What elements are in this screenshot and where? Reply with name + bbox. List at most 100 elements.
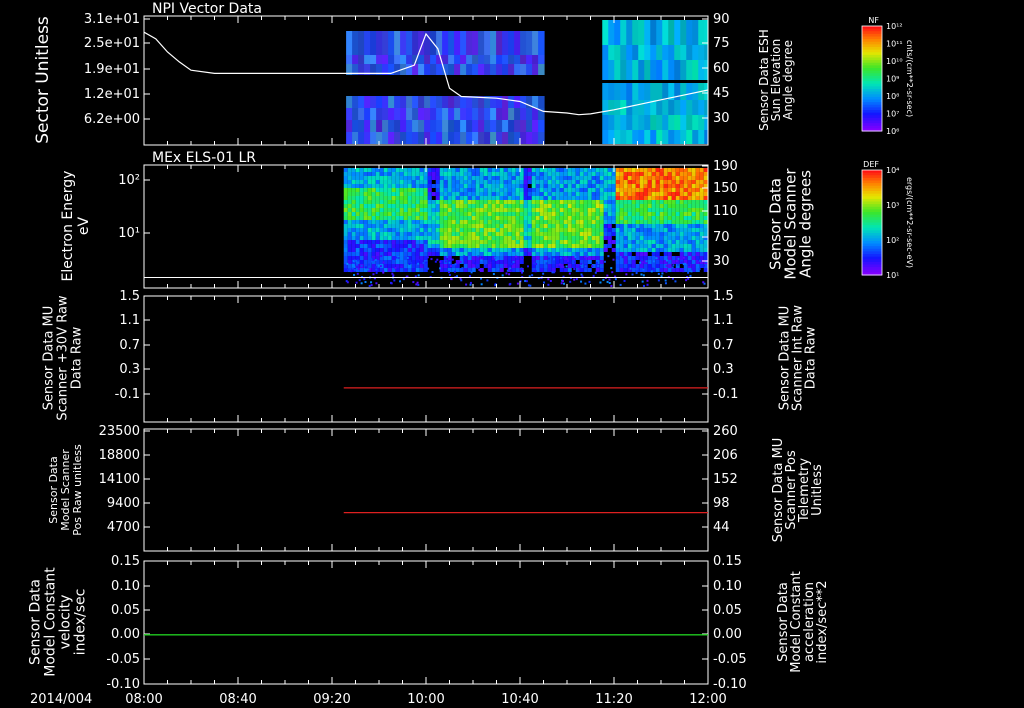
els-noise — [469, 281, 472, 284]
els-cell — [419, 236, 424, 240]
els-cell — [351, 256, 356, 260]
els-cell — [603, 244, 608, 248]
els-cell — [543, 184, 548, 188]
els-cell — [579, 216, 584, 220]
els-cell — [471, 240, 476, 244]
els-cell — [639, 204, 644, 208]
els-cell — [687, 212, 692, 216]
els-cell — [507, 260, 512, 264]
panel-3-y2label-line: Data Raw — [804, 326, 819, 389]
els-cell — [419, 200, 424, 204]
els-cell — [387, 184, 392, 188]
y-tick-label: 18800 — [99, 448, 140, 463]
els-cell — [635, 252, 640, 256]
panel-2-ylabel-line: eV — [76, 216, 92, 235]
els-cell — [643, 184, 648, 188]
els-cell — [559, 216, 564, 220]
els-noise — [477, 255, 480, 258]
els-cell — [363, 256, 368, 260]
els-cell — [579, 240, 584, 244]
els-cell — [343, 180, 348, 184]
els-noise — [573, 261, 576, 264]
els-cell — [487, 232, 492, 236]
els-cell — [531, 180, 536, 184]
els-cell — [471, 216, 476, 220]
els-noise — [461, 267, 464, 270]
els-noise — [367, 268, 370, 271]
els-cell — [343, 244, 348, 248]
els-cell — [615, 168, 620, 172]
els-cell — [575, 220, 580, 224]
y-tick-label: 10² — [118, 173, 140, 188]
els-cell — [555, 188, 560, 192]
els-cell — [587, 192, 592, 196]
els-noise — [478, 268, 481, 271]
els-cell — [347, 252, 352, 256]
els-noise — [357, 267, 360, 270]
npi-cell — [370, 120, 377, 132]
els-noise — [468, 275, 471, 278]
els-cell — [379, 244, 384, 248]
els-cell — [631, 192, 636, 196]
npi-cell — [484, 108, 491, 120]
els-cell — [647, 248, 652, 252]
els-cell — [451, 192, 456, 196]
npi-cell — [352, 55, 359, 64]
els-cell — [415, 236, 420, 240]
els-cell — [411, 208, 416, 212]
els-cell — [351, 236, 356, 240]
els-cell — [607, 240, 612, 244]
els-cell — [375, 184, 380, 188]
els-cell — [407, 252, 412, 256]
els-cell — [507, 224, 512, 228]
els-cell — [455, 196, 460, 200]
npi-cell — [602, 60, 609, 80]
els-cell — [619, 232, 624, 236]
els-cell — [583, 192, 588, 196]
els-cell — [475, 180, 480, 184]
els-cell — [399, 244, 404, 248]
npi-cell — [626, 130, 633, 144]
y-tick-label: 23500 — [99, 424, 140, 439]
els-cell — [579, 248, 584, 252]
els-cell — [567, 204, 572, 208]
els-cell — [663, 196, 668, 200]
els-cell — [359, 212, 364, 216]
els-cell — [615, 184, 620, 188]
els-cell — [551, 216, 556, 220]
els-cell — [551, 196, 556, 200]
els-cell — [483, 224, 488, 228]
els-cell — [475, 212, 480, 216]
els-cell — [375, 244, 380, 248]
els-cell — [495, 236, 500, 240]
els-cell — [399, 248, 404, 252]
els-noise — [562, 266, 565, 269]
els-cell — [535, 220, 540, 224]
els-cell — [443, 200, 448, 204]
els-cell — [443, 216, 448, 220]
els-cell — [671, 224, 676, 228]
npi-cell — [686, 130, 693, 144]
els-noise — [372, 273, 375, 276]
els-cell — [363, 240, 368, 244]
els-cell — [343, 184, 348, 188]
els-cell — [603, 200, 608, 204]
els-cell — [411, 188, 416, 192]
els-cell — [503, 252, 508, 256]
els-cell — [627, 244, 632, 248]
els-cell — [587, 180, 592, 184]
npi-cell — [526, 108, 533, 120]
els-cell — [491, 172, 496, 176]
els-cell — [655, 196, 660, 200]
npi-cell — [680, 115, 687, 130]
npi-cell — [466, 108, 473, 120]
els-cell — [491, 192, 496, 196]
els-cell — [395, 252, 400, 256]
els-cell — [379, 224, 384, 228]
els-cell — [667, 248, 672, 252]
npi-cell — [454, 96, 461, 108]
y-tick-label: 2.5e+01 — [84, 36, 140, 51]
els-cell — [515, 192, 520, 196]
panel-1-title: NPI Vector Data — [152, 1, 262, 17]
els-cell — [687, 260, 692, 264]
